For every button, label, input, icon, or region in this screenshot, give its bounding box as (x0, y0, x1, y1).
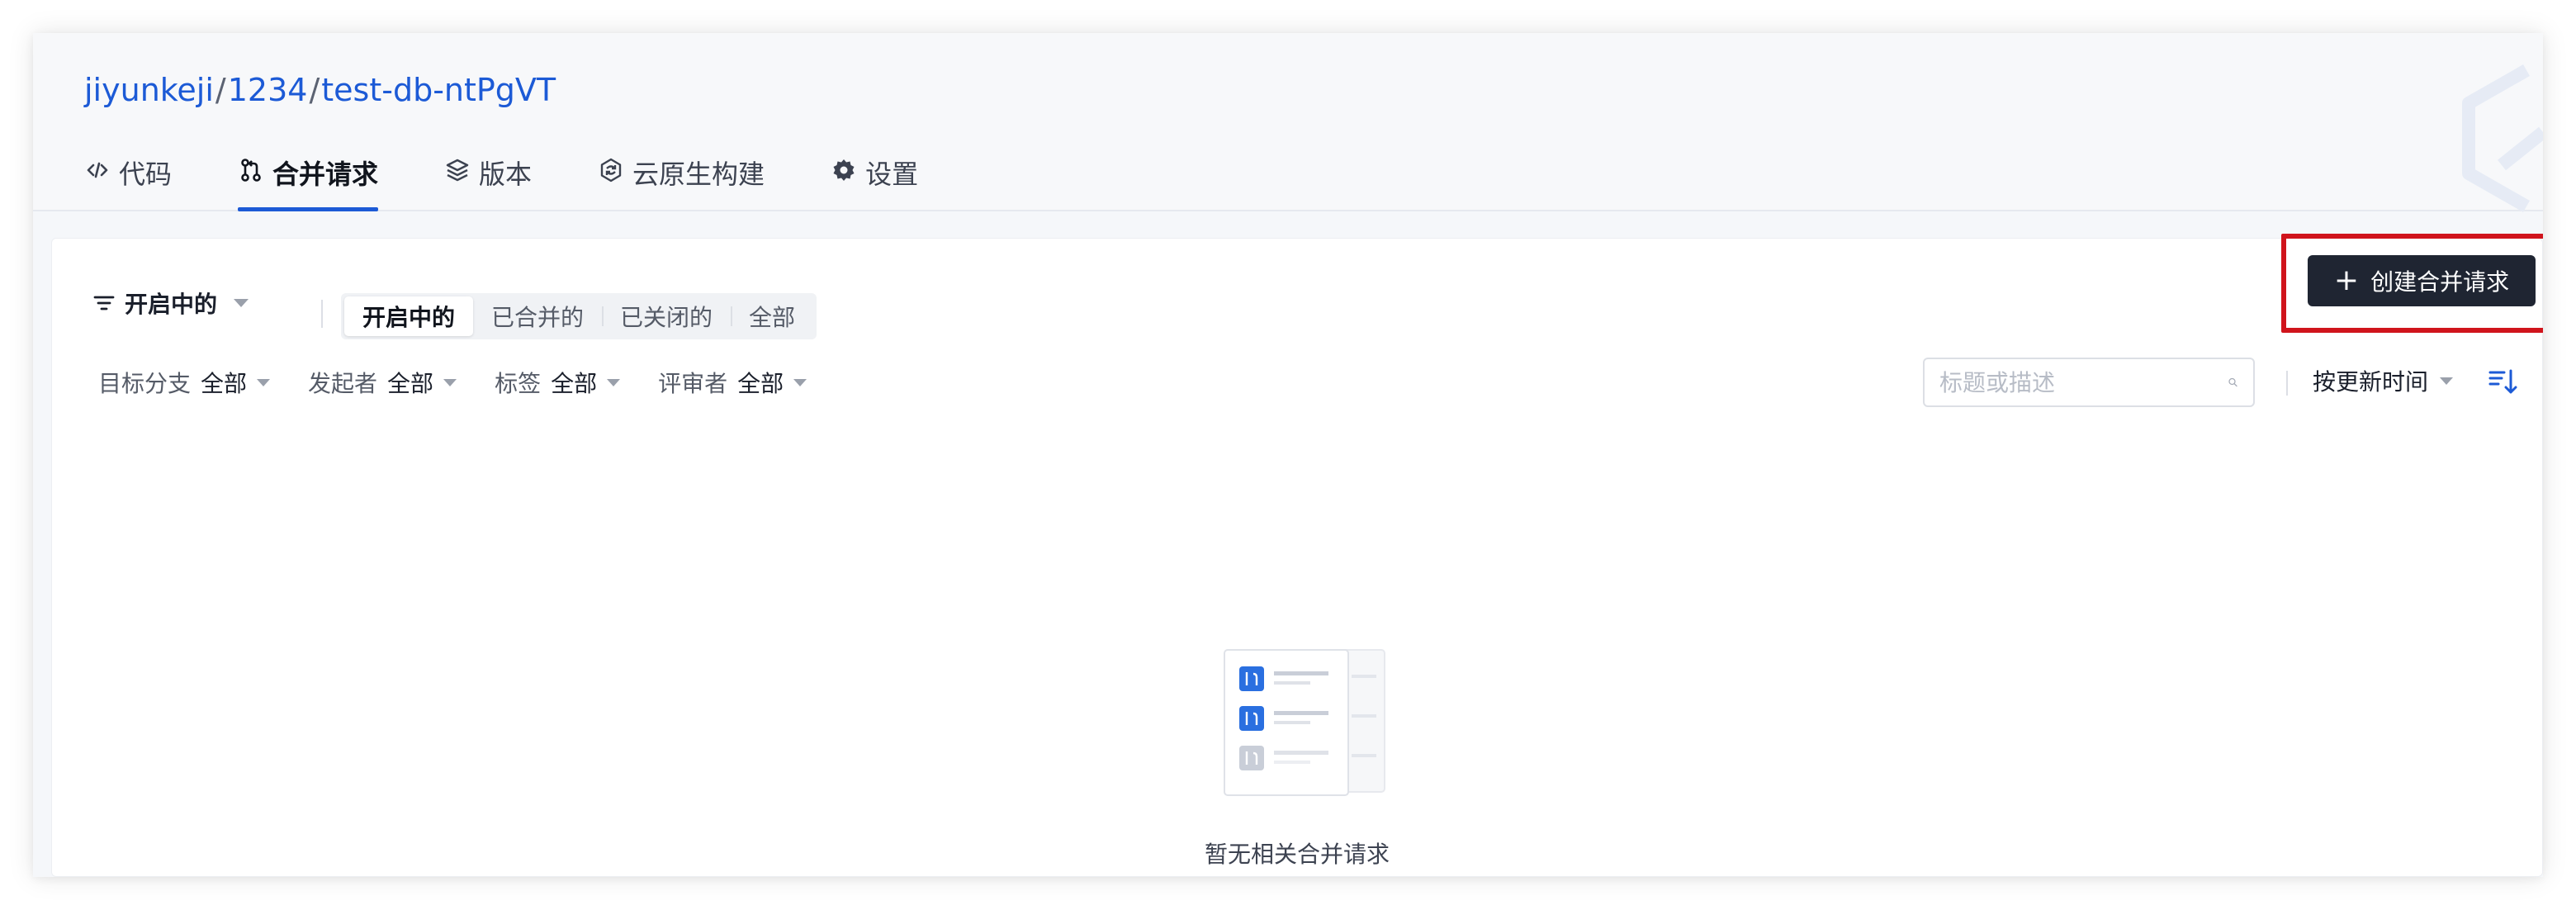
repo-header: jiyunkeji/1234/test-db-ntPgVT 代码 合并请求 版本… (33, 33, 2543, 212)
label-filter[interactable]: 标签 全部 (495, 366, 621, 399)
empty-state-illustration (1224, 649, 1385, 796)
breadcrumb-repo[interactable]: test-db-ntPgVT (321, 72, 556, 108)
tab-label: 设置 (865, 159, 919, 190)
breadcrumb-org[interactable]: jiyunkeji (84, 72, 214, 108)
tab-cloud-build[interactable]: 云原生构建 (598, 154, 765, 211)
filter-icon (93, 296, 115, 310)
filter-label: 目标分支 (98, 370, 192, 397)
state-filter-label: 开启中的 (125, 291, 218, 318)
segment-all[interactable]: 全部 (731, 296, 813, 336)
empty-state-text: 暂无相关合并请求 (1204, 841, 1390, 868)
author-filter[interactable]: 发起者 全部 (308, 366, 457, 399)
state-filter-dropdown[interactable]: 开启中的 (92, 287, 249, 320)
layers-icon (446, 159, 469, 182)
chevron-down-icon (257, 378, 271, 386)
segment-closed[interactable]: 已关闭的 (602, 296, 731, 336)
breadcrumb: jiyunkeji/1234/test-db-ntPgVT (84, 68, 556, 112)
reviewer-filter[interactable]: 评审者 全部 (658, 366, 807, 399)
app-window: jiyunkeji/1234/test-db-ntPgVT 代码 合并请求 版本… (33, 33, 2543, 877)
tab-releases[interactable]: 版本 (444, 154, 532, 211)
tab-label: 代码 (119, 159, 173, 190)
tab-merge-requests[interactable]: 合并请求 (238, 154, 379, 211)
merge-request-panel: 开启中的 开启中的 已合并的 已关闭的 全部 目标分支 全部 发起者 全部 标签 (51, 234, 2543, 877)
divider (2286, 371, 2288, 396)
chevron-down-icon (607, 378, 621, 386)
segment-open[interactable]: 开启中的 (344, 296, 474, 336)
target-branch-filter[interactable]: 目标分支 全部 (98, 366, 271, 399)
tab-label: 云原生构建 (632, 159, 765, 190)
tab-code[interactable]: 代码 (84, 154, 172, 211)
tab-settings[interactable]: 设置 (831, 154, 918, 211)
chevron-down-icon (793, 378, 807, 386)
filter-label: 评审者 (658, 370, 728, 397)
repo-tabs: 代码 合并请求 版本 云原生构建 设置 (84, 154, 984, 211)
filter-label: 标签 (495, 370, 542, 397)
sort-dropdown[interactable]: 按更新时间 (2313, 364, 2454, 397)
breadcrumb-separator: / (215, 72, 226, 108)
gear-icon (833, 159, 855, 181)
tab-label: 合并请求 (272, 159, 379, 190)
code-icon (87, 162, 108, 178)
hexagon-decoration-icon (2462, 64, 2543, 212)
state-segmented-control: 开启中的 已合并的 已关闭的 全部 (341, 293, 817, 339)
filter-value: 全部 (201, 370, 248, 397)
divider (321, 300, 323, 328)
search-icon (2228, 377, 2237, 387)
filter-value: 全部 (737, 370, 784, 397)
breadcrumb-separator: / (309, 72, 320, 108)
filter-value: 全部 (551, 370, 598, 397)
tab-label: 版本 (479, 159, 533, 190)
filter-value: 全部 (387, 370, 434, 397)
filter-row: 目标分支 全部 发起者 全部 标签 全部 评审者 全部 (98, 366, 845, 399)
filter-label: 发起者 (308, 370, 378, 397)
chevron-down-icon (443, 378, 457, 386)
search-input[interactable] (1939, 368, 2228, 396)
breadcrumb-group[interactable]: 1234 (228, 72, 308, 108)
sort-direction-icon[interactable] (2488, 366, 2519, 397)
segment-merged[interactable]: 已合并的 (473, 296, 602, 336)
plus-icon: + (2333, 263, 2360, 297)
merge-request-icon (241, 159, 261, 182)
create-button-label: 创建合并请求 (2370, 268, 2510, 296)
sort-label: 按更新时间 (2313, 368, 2429, 396)
chevron-down-icon (234, 299, 249, 307)
chevron-down-icon (2440, 377, 2454, 385)
search-box (1923, 358, 2255, 407)
build-icon (600, 158, 622, 182)
create-merge-request-button[interactable]: + 创建合并请求 (2308, 255, 2536, 306)
